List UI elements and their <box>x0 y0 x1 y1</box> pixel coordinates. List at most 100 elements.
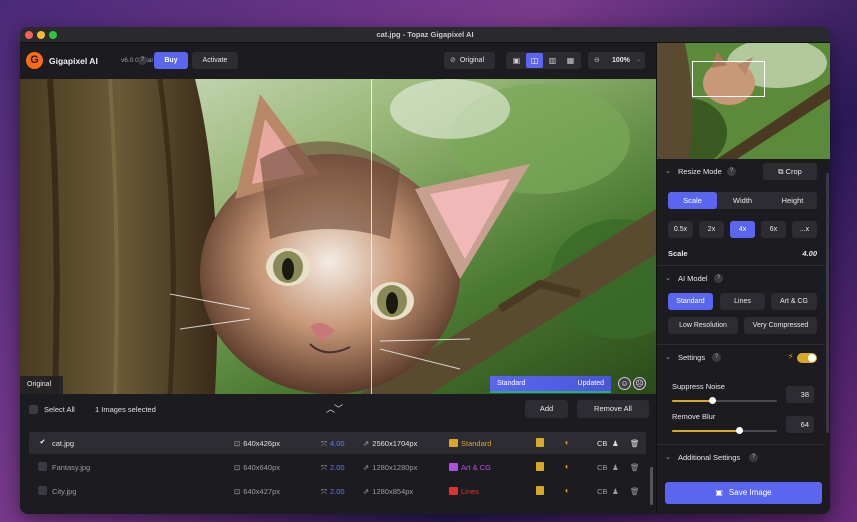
scale-value[interactable]: 4.00 <box>802 249 817 258</box>
suppress-noise-label: Suppress Noise <box>672 382 725 391</box>
app-name: Gigapixel AI <box>49 56 98 66</box>
sound-icon[interactable]: ◖ <box>564 438 569 447</box>
select-all-label: Select All <box>44 405 75 414</box>
buy-button[interactable]: Buy <box>154 52 188 69</box>
trash-icon[interactable]: 🗑 <box>630 487 640 496</box>
activate-button[interactable]: Activate <box>192 52 238 69</box>
smile-icon[interactable]: ☺ <box>618 377 631 390</box>
file-checkbox[interactable] <box>38 462 47 471</box>
file-row[interactable]: City.jpg ⊡ 640x427px ⤧ 2.00 ⇗ 1280x854px Lines ◖… <box>29 480 646 502</box>
help-icon[interactable]: ? <box>138 56 147 65</box>
remove-blur-slider[interactable] <box>672 427 777 434</box>
trash-icon[interactable]: 🗑 <box>630 463 640 472</box>
panel-scrollbar[interactable] <box>826 173 829 433</box>
crop-label: Crop <box>785 167 802 176</box>
tab-width[interactable]: Width <box>718 192 767 209</box>
file-checkbox[interactable] <box>38 486 47 495</box>
help-icon[interactable]: ? <box>749 453 758 462</box>
model-low-resolution[interactable]: Low Resolution <box>668 317 738 334</box>
scale-cell[interactable]: ⤧ 4.00 <box>321 439 345 449</box>
scale-option-0-5x[interactable]: 0.5x <box>668 221 693 238</box>
file-row[interactable]: ✔ cat.jpg ⊡ 640x426px ⤧ 4.00 ⇗ 2560x1704px Stand… <box>29 432 646 454</box>
zoom-dropdown[interactable]: ⊖ 100% ⌄ <box>588 52 645 69</box>
output-size-value: 2560x1704px <box>372 439 418 448</box>
save-image-label: Save Image <box>728 488 772 497</box>
split-view-icon[interactable]: ◫ <box>526 53 543 68</box>
collapse-list-icon[interactable]: ︿﹀ <box>326 402 343 415</box>
select-all-checkbox[interactable] <box>29 405 38 414</box>
expand-icon: ⤧ <box>321 487 327 496</box>
trash-icon[interactable]: 🗑 <box>630 439 640 448</box>
remove-all-button[interactable]: Remove All <box>577 400 649 418</box>
model-art-cg[interactable]: Art & CG <box>771 293 817 310</box>
list-scrollbar[interactable] <box>650 467 653 505</box>
single-view-icon[interactable]: ▣ <box>508 53 525 68</box>
person-icon[interactable]: ♟ <box>612 463 619 472</box>
settings-auto-toggle[interactable] <box>797 353 817 363</box>
image-preview[interactable]: Original Standard Updated ☺ ☹ <box>20 79 656 394</box>
crop-button[interactable]: ⧉ Crop <box>763 163 817 180</box>
side-by-side-view-icon[interactable]: ▥ <box>544 53 561 68</box>
scale-option-2x[interactable]: 2x <box>699 221 724 238</box>
suppress-noise-input[interactable]: 38 <box>786 386 814 403</box>
remove-blur-knob[interactable] <box>736 427 744 434</box>
section-divider <box>657 444 825 445</box>
person-icon[interactable]: ♟ <box>612 487 619 496</box>
person-icon[interactable]: ♟ <box>612 439 619 448</box>
image-size-icon: ⊡ <box>234 487 241 496</box>
model-cell[interactable]: Art & CG <box>449 463 491 472</box>
viewport-frame[interactable] <box>692 61 765 97</box>
original-toggle-button[interactable]: ⊘ Original <box>444 52 495 69</box>
chevron-down-icon: ⌄ <box>665 168 671 175</box>
neutral-face-icon[interactable]: ☹ <box>633 377 646 390</box>
remove-blur-fill <box>672 430 740 432</box>
grid-view-icon[interactable]: ▦ <box>562 53 579 68</box>
save-image-button[interactable]: ▣ Save Image <box>665 482 822 504</box>
scale-cell[interactable]: ⤧ 2.00 <box>321 463 345 473</box>
suppress-noise-fill <box>672 400 712 402</box>
sound-icon[interactable]: ◖ <box>564 462 569 471</box>
model-cell[interactable]: Lines <box>449 487 479 496</box>
image-size-icon: ⊡ <box>234 463 241 472</box>
navigator-thumbnail[interactable] <box>657 43 830 159</box>
output-size: ⇗ 2560x1704px <box>363 439 417 448</box>
tab-height[interactable]: Height <box>768 192 817 209</box>
file-row[interactable]: Fantasy.jpg ⊡ 640x640px ⤧ 2.00 ⇗ 1280x1280px Ar… <box>29 456 646 478</box>
ai-model-title: AI Model <box>678 274 708 283</box>
help-icon[interactable]: ? <box>714 274 723 283</box>
help-icon[interactable]: ? <box>712 353 721 362</box>
scale-option-custom[interactable]: ...x <box>792 221 817 238</box>
split-divider[interactable] <box>371 79 372 394</box>
face-label: CB <box>597 487 608 496</box>
file-name: City.jpg <box>52 487 77 496</box>
image-size-icon: ⊡ <box>234 439 241 448</box>
scale-option-6x[interactable]: 6x <box>761 221 786 238</box>
model-standard[interactable]: Standard <box>668 293 713 310</box>
add-button[interactable]: Add <box>525 400 568 418</box>
sound-icon[interactable]: ◖ <box>564 486 569 495</box>
scale-cell[interactable]: ⤧ 2.00 <box>321 487 345 497</box>
export-icon: ⇗ <box>363 487 370 496</box>
output-size: ⇗ 1280x854px <box>363 487 413 496</box>
settings-title: Settings <box>678 353 706 362</box>
face-recovery-icon[interactable] <box>536 462 544 471</box>
model-cell-name: Art & CG <box>461 463 492 472</box>
model-icon <box>449 487 458 495</box>
suppress-noise-knob[interactable] <box>708 397 716 404</box>
face-recovery-icon[interactable] <box>536 486 544 495</box>
help-icon[interactable]: ? <box>727 167 736 176</box>
top-toolbar: G Gigapixel AI v6.0.0 Trial ? Buy Activa… <box>20 43 656 79</box>
model-cell[interactable]: Standard <box>449 439 491 448</box>
output-size-value: 1280x1280px <box>372 463 418 472</box>
selected-count: 1 Images selected <box>95 405 156 414</box>
scale-option-4x[interactable]: 4x <box>730 221 755 238</box>
gigapixel-logo-icon: G <box>26 52 43 69</box>
file-checkbox[interactable]: ✔ <box>38 438 47 447</box>
model-lines[interactable]: Lines <box>720 293 765 310</box>
face-recovery-icon[interactable] <box>536 438 544 447</box>
model-very-compressed[interactable]: Very Compressed <box>744 317 817 334</box>
input-size: ⊡ 640x427px <box>234 487 280 496</box>
remove-blur-input[interactable]: 64 <box>786 416 814 433</box>
suppress-noise-slider[interactable] <box>672 397 777 404</box>
tab-scale[interactable]: Scale <box>668 192 717 209</box>
